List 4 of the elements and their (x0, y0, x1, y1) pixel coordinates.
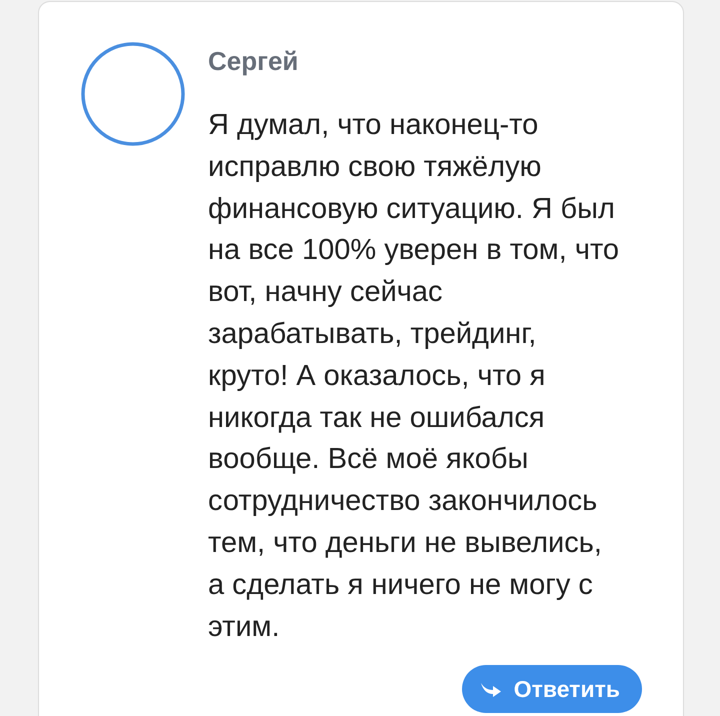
avatar-icon (81, 42, 185, 146)
reply-button[interactable]: Ответить (462, 665, 642, 714)
comment-text: Я думал, что наконец-то исправлю свою тяжёлую финансовую ситуацию. Я был на все 100% уверен в том, что вот, начну сейчас зарабатывать, трейдинг, круто! А оказалось, что я никогда так не ошибался вообще. Всё моё якобы сотрудничество закончилось тем, что деньги не вывелись, а сделать я ничего не могу с этим. (208, 108, 620, 645)
author-name: Сергей (208, 46, 300, 76)
